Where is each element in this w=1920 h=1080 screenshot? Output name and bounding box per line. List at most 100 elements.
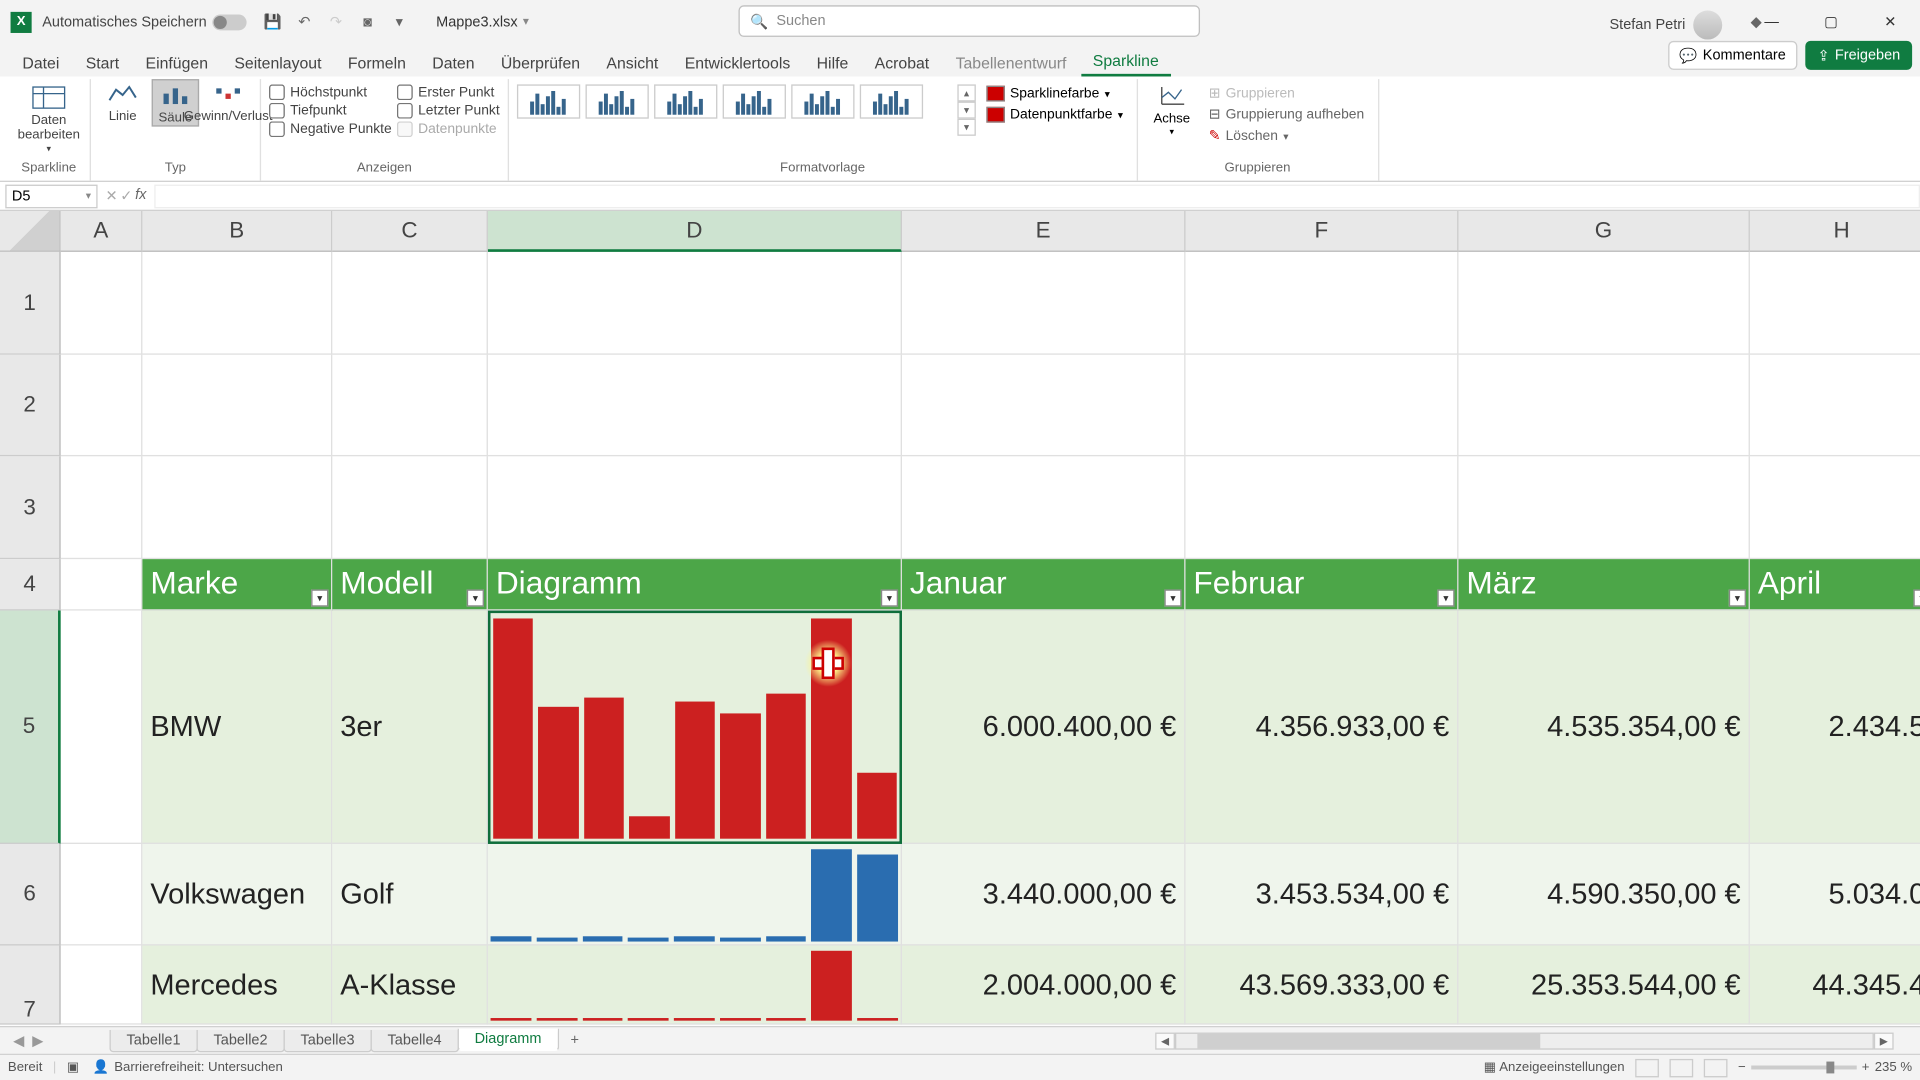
cell[interactable] — [488, 456, 902, 559]
sheet-next-icon[interactable]: ▶ — [32, 1032, 43, 1049]
cell[interactable]: 2.004.000,00 € — [902, 946, 1186, 1025]
zoom-out-button[interactable]: − — [1738, 1060, 1746, 1075]
cell[interactable]: 5.034.0 — [1750, 844, 1920, 946]
datapoint-color-button[interactable]: Datenpunktfarbe ▾ — [981, 105, 1128, 123]
autosave-toggle[interactable] — [212, 14, 246, 30]
cell[interactable] — [61, 559, 143, 610]
cell[interactable]: 3.453.534,00 € — [1186, 844, 1459, 946]
cell[interactable] — [61, 252, 143, 355]
cell[interactable] — [488, 355, 902, 457]
undo-icon[interactable]: ↶ — [294, 11, 315, 32]
row-header[interactable]: 3 — [0, 456, 61, 559]
chk-letzter[interactable]: Letzter Punkt — [397, 103, 500, 119]
style-thumb[interactable] — [860, 84, 923, 118]
row-header[interactable]: 2 — [0, 355, 61, 457]
style-thumb[interactable] — [654, 84, 717, 118]
cell[interactable] — [1750, 456, 1920, 559]
horizontal-scrollbar[interactable]: ◀ ▶ — [1155, 1031, 1893, 1051]
column-header[interactable]: C — [332, 211, 488, 252]
clear-button[interactable]: ✎Löschen ▾ — [1203, 127, 1369, 145]
select-all-corner[interactable] — [0, 211, 61, 252]
enter-icon[interactable]: ✓ — [120, 187, 132, 204]
tab-sparkline[interactable]: Sparkline — [1081, 47, 1171, 76]
cell[interactable] — [142, 456, 332, 559]
scroll-left-icon[interactable]: ◀ — [1155, 1033, 1175, 1050]
column-header[interactable]: F — [1186, 211, 1459, 252]
cell[interactable]: 43.569.333,00 € — [1186, 946, 1459, 1025]
cell[interactable]: Modell▾ — [332, 559, 488, 610]
gallery-down[interactable]: ▾ — [957, 102, 975, 119]
cell[interactable]: 2.434.5 — [1750, 611, 1920, 844]
cell[interactable]: 4.590.350,00 € — [1458, 844, 1749, 946]
column-header[interactable]: D — [488, 211, 902, 252]
row-header[interactable]: 1 — [0, 252, 61, 355]
cell[interactable] — [1186, 355, 1459, 457]
zoom-slider[interactable] — [1751, 1066, 1856, 1070]
cell[interactable] — [142, 355, 332, 457]
gallery-more[interactable]: ▾ — [957, 119, 975, 136]
fx-icon[interactable]: fx — [135, 187, 146, 204]
qa-more-icon[interactable]: ▾ — [389, 11, 410, 32]
column-header[interactable]: A — [61, 211, 143, 252]
row-header[interactable]: 6 — [0, 844, 61, 946]
zoom-level[interactable]: 235 % — [1875, 1060, 1912, 1075]
cell[interactable] — [1458, 355, 1749, 457]
cell[interactable]: 3.440.000,00 € — [902, 844, 1186, 946]
save-icon[interactable]: 💾 — [262, 11, 283, 32]
cell[interactable] — [61, 946, 143, 1025]
cell[interactable] — [1186, 252, 1459, 355]
chk-tiefpunkt[interactable]: Tiefpunkt — [269, 103, 392, 119]
sparkline-color-button[interactable]: Sparklinefarbe ▾ — [981, 84, 1128, 102]
cell[interactable] — [332, 355, 488, 457]
style-thumb[interactable] — [585, 84, 648, 118]
cell[interactable] — [902, 456, 1186, 559]
cell[interactable]: BMW — [142, 611, 332, 844]
macro-icon[interactable]: ▣ — [67, 1060, 79, 1075]
sheet-prev-icon[interactable]: ◀ — [13, 1032, 24, 1049]
comments-button[interactable]: 💬Kommentare — [1668, 41, 1798, 70]
cell[interactable]: 6.000.400,00 € — [902, 611, 1186, 844]
maximize-button[interactable]: ▢ — [1801, 0, 1860, 44]
filter-button[interactable]: ▾ — [467, 589, 484, 606]
scroll-right-icon[interactable]: ▶ — [1874, 1033, 1894, 1050]
cell[interactable]: Golf — [332, 844, 488, 946]
cell[interactable] — [332, 456, 488, 559]
view-break-button[interactable] — [1704, 1058, 1728, 1076]
filename[interactable]: Mappe3.xlsx ▾ — [436, 14, 529, 30]
view-normal-button[interactable] — [1635, 1058, 1659, 1076]
sheet-tab[interactable]: Tabelle3 — [283, 1029, 371, 1051]
cell[interactable] — [488, 946, 902, 1025]
filter-button[interactable]: ▾ — [1729, 589, 1746, 606]
cell[interactable]: Volkswagen — [142, 844, 332, 946]
cell[interactable] — [1750, 355, 1920, 457]
cell[interactable]: April▾ — [1750, 559, 1920, 610]
column-header[interactable]: H — [1750, 211, 1920, 252]
sheet-tab[interactable]: Diagramm — [457, 1028, 558, 1050]
filter-button[interactable]: ▾ — [1913, 589, 1920, 606]
tab-einfuegen[interactable]: Einfügen — [134, 50, 220, 76]
filter-button[interactable]: ▾ — [1437, 589, 1454, 606]
close-button[interactable]: ✕ — [1861, 0, 1920, 44]
sheet-tab[interactable]: Tabelle1 — [109, 1029, 197, 1051]
share-button[interactable]: ⇪Freigeben — [1806, 41, 1913, 70]
cell[interactable] — [1186, 456, 1459, 559]
user-account[interactable]: Stefan Petri — [1609, 11, 1722, 40]
column-header[interactable]: G — [1458, 211, 1749, 252]
cell[interactable] — [61, 355, 143, 457]
row-header[interactable]: 7 — [0, 946, 61, 1025]
cell[interactable]: 3er — [332, 611, 488, 844]
sheet-tab[interactable]: Tabelle2 — [196, 1029, 284, 1051]
row-header[interactable]: 4 — [0, 559, 61, 610]
cell[interactable] — [488, 252, 902, 355]
tab-seitenlayout[interactable]: Seitenlayout — [223, 50, 334, 76]
tab-ansicht[interactable]: Ansicht — [595, 50, 671, 76]
cell[interactable] — [61, 844, 143, 946]
cell[interactable] — [488, 844, 902, 946]
cell[interactable] — [902, 252, 1186, 355]
tab-acrobat[interactable]: Acrobat — [863, 50, 941, 76]
cell[interactable]: Mercedes — [142, 946, 332, 1025]
spreadsheet-grid[interactable]: ABCDEFGH 1234567 Marke▾Modell▾Diagramm▾J… — [0, 211, 1920, 1026]
accessibility-icon[interactable]: 👤 — [93, 1060, 109, 1075]
chk-erster[interactable]: Erster Punkt — [397, 84, 500, 100]
search-box[interactable]: 🔍 Suchen — [738, 5, 1200, 37]
